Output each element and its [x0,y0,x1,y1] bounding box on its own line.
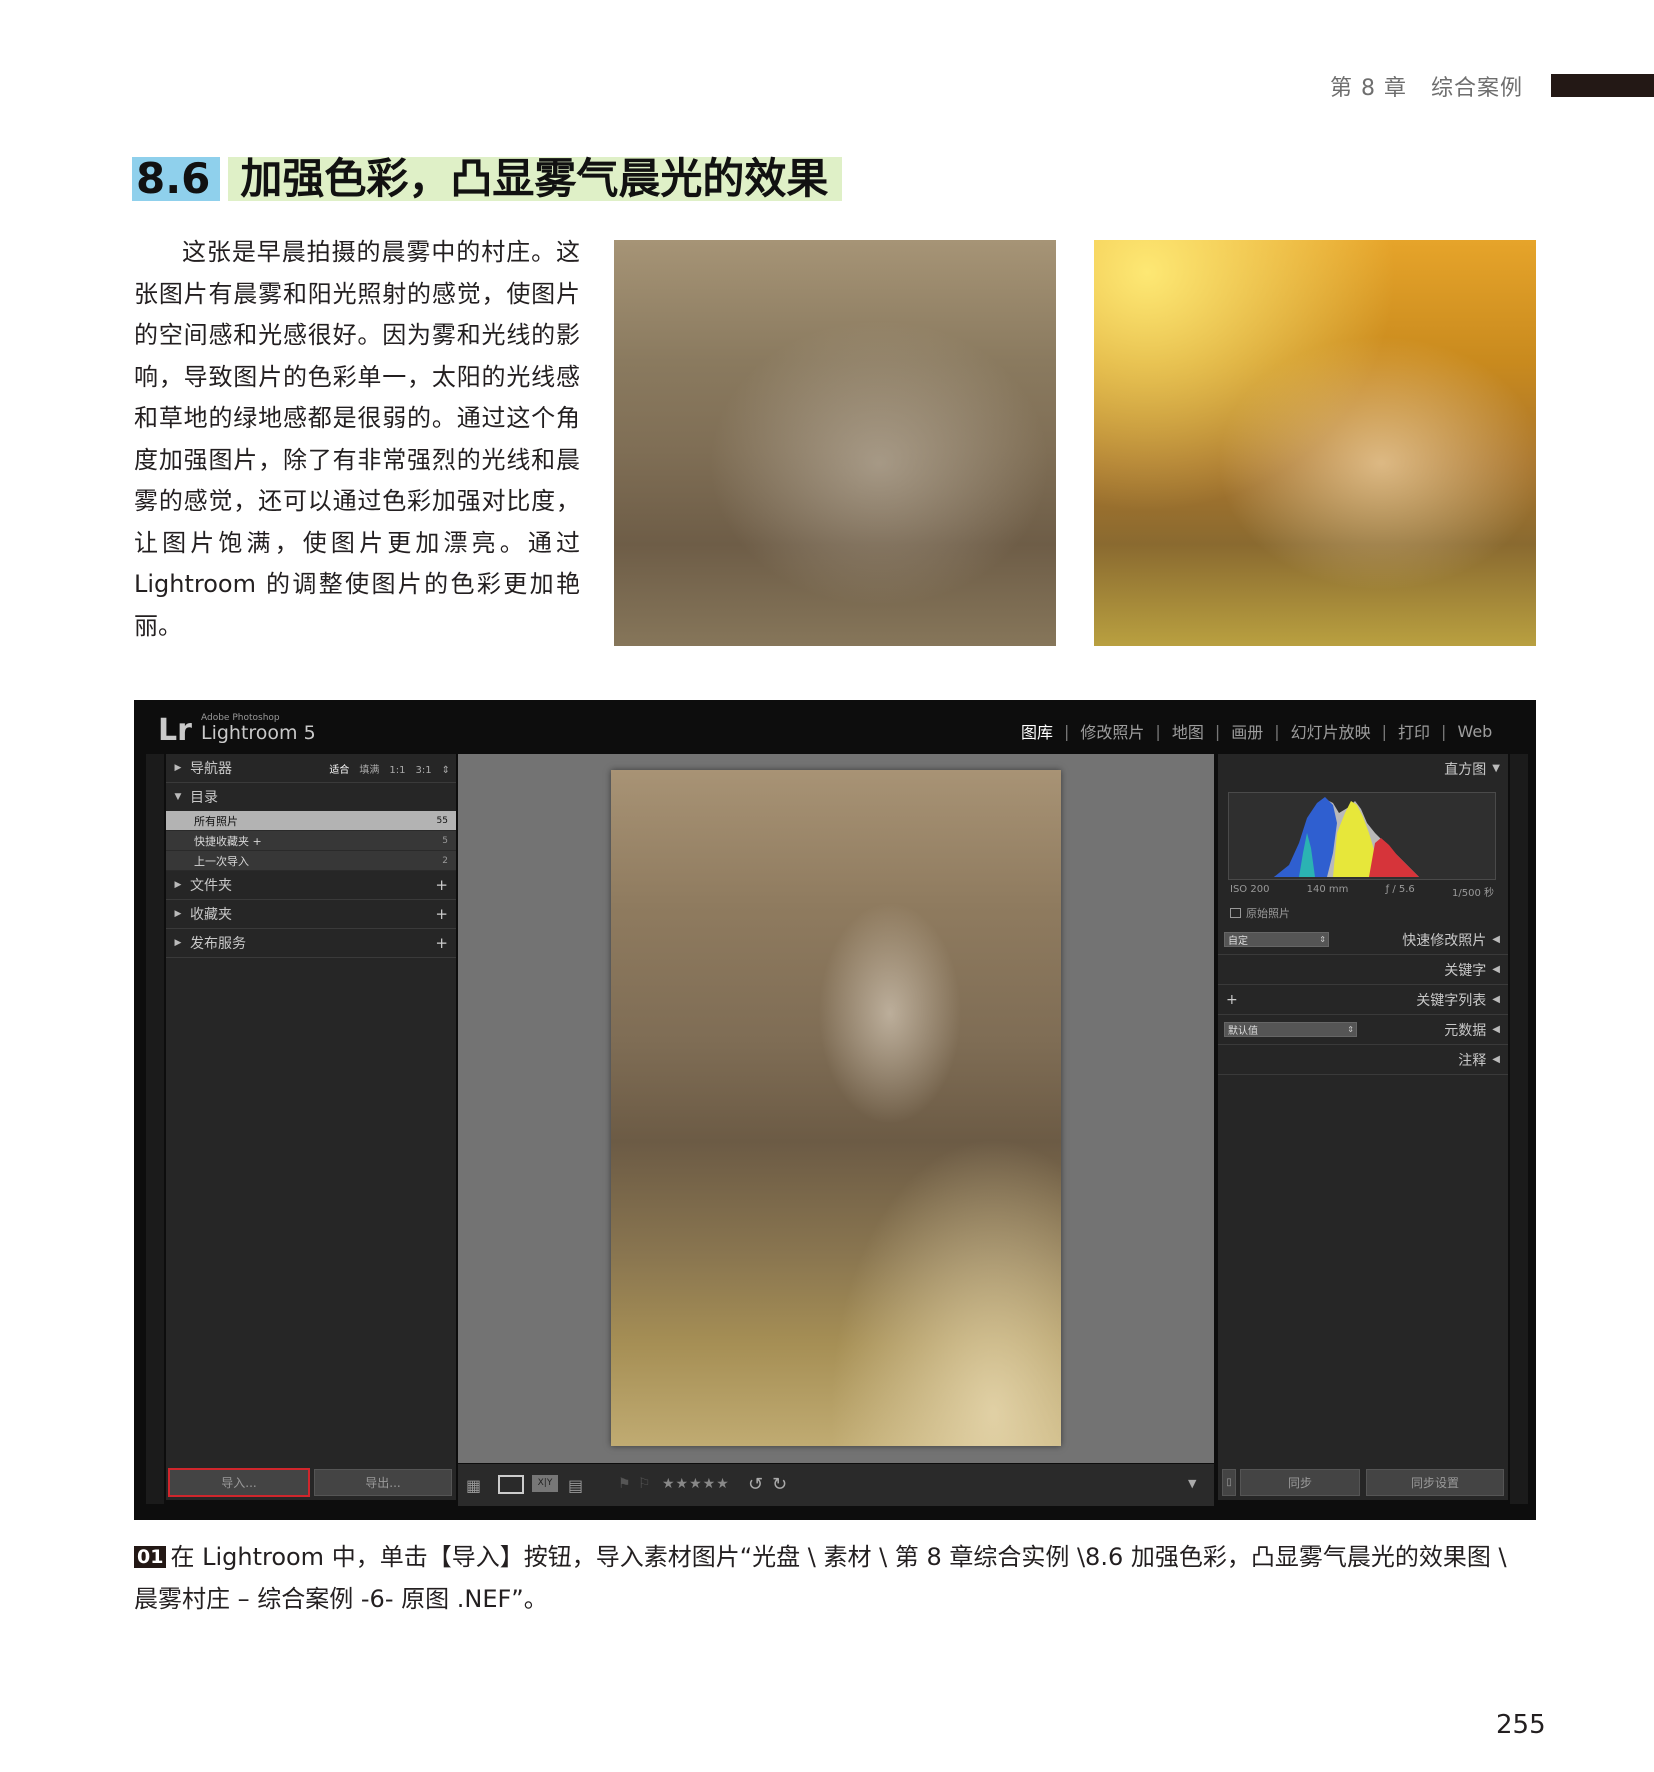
sync-settings-button[interactable]: 同步设置 [1366,1469,1504,1496]
left-panel-toggle[interactable] [146,754,164,1504]
running-header: 第 8 章综合案例 [1330,70,1547,102]
lightroom-logo: Lr [158,713,192,748]
import-button[interactable]: 导入... [168,1468,310,1497]
aperture-value: ƒ / 5.6 [1385,884,1415,895]
title-gap [220,157,229,201]
zoom-1-1[interactable]: 1:1 [389,765,405,776]
expand-triangle-icon: ▶ [174,909,182,919]
collections-header[interactable]: ▶ 收藏夹 + [166,900,456,929]
exif-info: ISO 200 140 mm ƒ / 5.6 1/500 秒 [1230,884,1494,899]
chapter-number: 第 8 章 [1330,76,1407,101]
add-keyword-icon[interactable]: + [1226,992,1238,1008]
iso-value: ISO 200 [1230,884,1270,895]
collapse-triangle-icon: ▼ [174,792,182,802]
add-collection-icon[interactable]: + [435,905,448,923]
zoom-stepper-icon[interactable]: ⇕ [442,765,450,776]
export-button[interactable]: 导出... [314,1469,452,1496]
sync-button[interactable]: 同步 [1240,1469,1360,1496]
rotate-left-icon[interactable]: ↺ [748,1474,763,1495]
reject-flag-icon[interactable]: ⚐ [638,1476,651,1492]
section-number: 8.6 [132,157,221,201]
toolbar-menu-icon[interactable]: ▼ [1188,1477,1196,1490]
zoom-3-1[interactable]: 3:1 [416,765,432,776]
expand-triangle-icon: ▶ [174,880,182,890]
zoom-fit[interactable]: 适合 [329,765,349,776]
section-heading: 加强色彩，凸显雾气晨光的效果 [228,157,843,201]
expand-triangle-icon: ◀ [1492,934,1500,945]
folders-header[interactable]: ▶ 文件夹 + [166,871,456,900]
expand-triangle-icon: ◀ [1492,964,1500,975]
expand-triangle-icon: ◀ [1492,1024,1500,1035]
checkbox-icon[interactable] [1230,908,1241,918]
module-print[interactable]: 打印 [1387,719,1441,743]
expand-triangle-icon: ◀ [1492,1054,1500,1065]
publish-services-header[interactable]: ▶ 发布服务 + [166,929,456,958]
catalog-header[interactable]: ▼ 目录 [166,783,456,811]
expand-triangle-icon: ▶ [174,763,182,773]
module-picker: 图库 | 修改照片 | 地图 | 画册 | 幻灯片放映 | 打印 | Web [1010,719,1503,743]
left-panel: ▶ 导航器 适合 填满 1:1 3:1 ⇕ ▼ 目录 所有照片 55 快捷收藏夹 + 5… [166,754,456,1500]
shutter-speed: 1/500 秒 [1452,888,1494,899]
add-folder-icon[interactable]: + [435,876,448,894]
module-web[interactable]: Web [1446,722,1503,741]
histogram-header[interactable]: 直方图 ▼ [1218,754,1508,783]
navigator-header[interactable]: ▶ 导航器 适合 填满 1:1 3:1 ⇕ [166,754,456,783]
zoom-options: 适合 填满 1:1 3:1 ⇕ [319,761,450,776]
caption-text: 在 Lightroom 中，单击【导入】按钮，导入素材图片“光盘 \ 素材 \ … [134,1543,1507,1613]
catalog-previous-import[interactable]: 上一次导入 2 [166,851,456,871]
focal-length: 140 mm [1306,884,1349,895]
catalog-label: 目录 [190,790,218,806]
keyword-list-header[interactable]: + 关键字列表 ◀ [1218,985,1508,1015]
keywording-header[interactable]: 关键字 ◀ [1218,955,1508,985]
app-name: Lightroom 5 [201,722,316,744]
quick-develop-preset-select[interactable]: 自定 ⇕ [1224,932,1329,947]
sync-toggle-switch[interactable]: ▯ [1222,1469,1236,1496]
histogram [1228,792,1496,880]
grid-view-icon[interactable]: ▦ [466,1476,481,1495]
add-publish-service-icon[interactable]: + [435,934,448,952]
original-photo-toggle[interactable]: 原始照片 [1230,905,1290,921]
histogram-graph [1274,797,1419,877]
photo-after [1094,240,1536,646]
step-number: 01 [134,1546,167,1568]
comments-header[interactable]: 注释 ◀ [1218,1045,1508,1075]
rating-stars[interactable]: ★★★★★ [662,1476,730,1492]
module-library[interactable]: 图库 [1010,719,1064,743]
intro-paragraph: 这张是早晨拍摄的晨雾中的村庄。这张图片有晨雾和阳光照射的感觉，使图片的空间感和光… [134,238,580,640]
figure-caption: 01 在 Lightroom 中，单击【导入】按钮，导入素材图片“光盘 \ 素材 … [134,1536,1536,1620]
compare-view-icon[interactable]: X|Y [532,1475,558,1492]
catalog-all-photos[interactable]: 所有照片 55 [166,811,456,831]
quick-develop-header[interactable]: 自定 ⇕ 快速修改照片 ◀ [1218,925,1508,955]
flag-icon[interactable]: ⚑ [618,1476,631,1492]
module-slideshow[interactable]: 幻灯片放映 [1280,719,1382,743]
chapter-title: 综合案例 [1430,76,1523,101]
right-panel-toggle[interactable] [1510,754,1528,1504]
metadata-preset-select[interactable]: 默认值 ⇕ [1224,1022,1357,1037]
right-sections: 自定 ⇕ 快速修改照片 ◀ 关键字 ◀ + 关键字列表 ◀ 默认值 ⇕ 元数据 ◀ … [1218,925,1508,1075]
zoom-fill[interactable]: 填满 [359,765,379,776]
navigator-label: 导航器 [190,761,232,777]
rotate-right-icon[interactable]: ↻ [772,1474,787,1495]
expand-triangle-icon: ◀ [1492,994,1500,1005]
page-number: 255 [1496,1710,1546,1740]
module-book[interactable]: 画册 [1220,719,1274,743]
catalog-quick-collection[interactable]: 快捷收藏夹 + 5 [166,831,456,851]
loupe-view-icon[interactable] [498,1475,524,1494]
module-develop[interactable]: 修改照片 [1069,719,1155,743]
toolbar: ▦ X|Y ▤ ⚑ ⚐ ★★★★★ ↺ ↻ ▼ [458,1464,1214,1506]
expand-triangle-icon: ▶ [174,938,182,948]
collapse-triangle-icon: ▼ [1492,763,1500,774]
survey-view-icon[interactable]: ▤ [568,1476,583,1495]
loupe-photo[interactable] [611,770,1061,1446]
metadata-header[interactable]: 默认值 ⇕ 元数据 ◀ [1218,1015,1508,1045]
module-map[interactable]: 地图 [1161,719,1215,743]
photo-before [614,240,1056,646]
section-title: 8.6 加强色彩，凸显雾气晨光的效果 [132,157,843,201]
header-bar [1551,74,1654,97]
